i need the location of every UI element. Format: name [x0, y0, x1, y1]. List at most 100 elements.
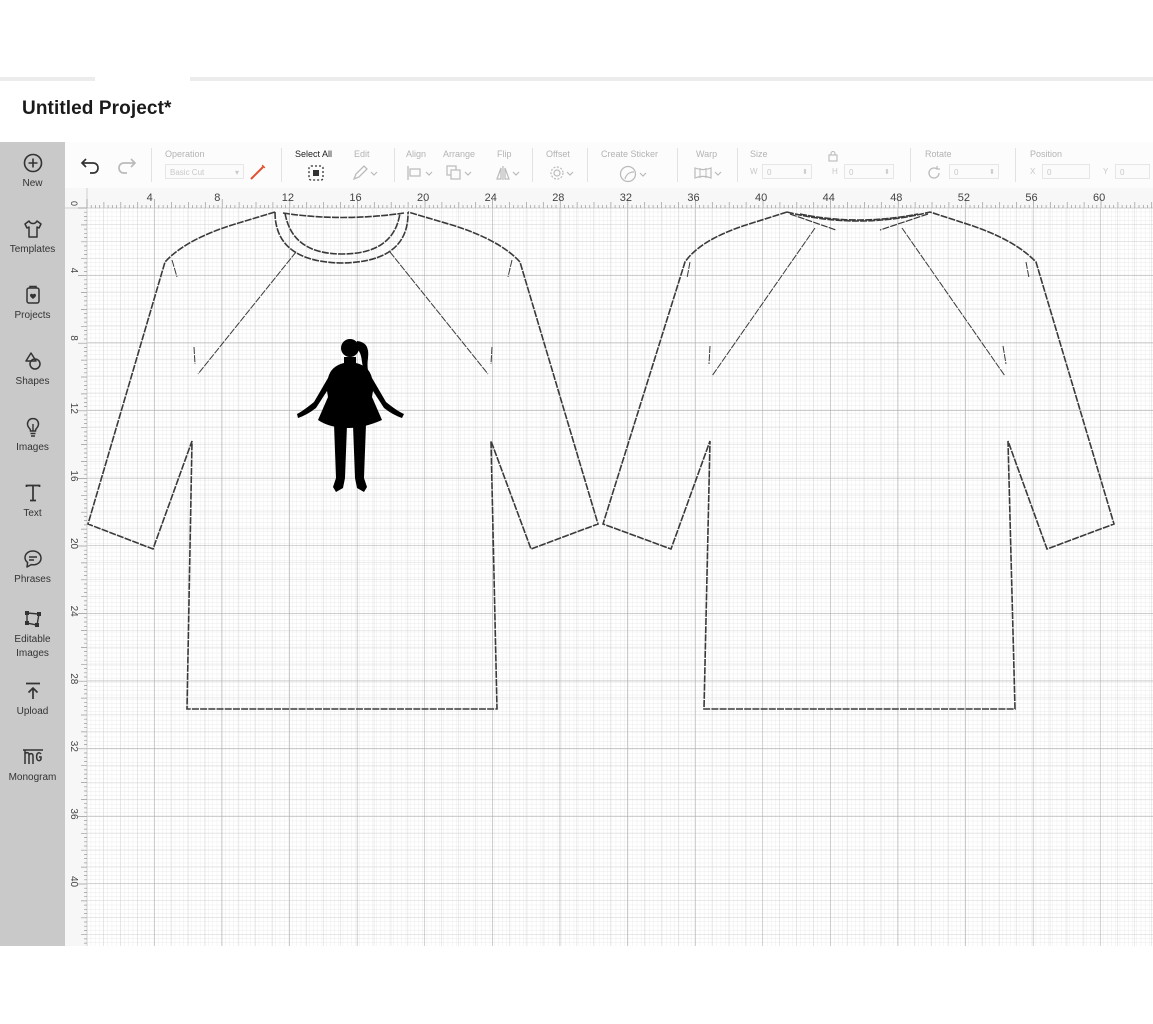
top-ruler-label: 28 — [552, 192, 564, 204]
stepper-icon: ⬍ — [989, 169, 995, 176]
size-w-value: 0 — [767, 168, 772, 177]
arrange-button[interactable]: Arrange — [443, 142, 483, 188]
shapes-icon — [24, 352, 41, 370]
position-x-input[interactable]: 0 — [1042, 164, 1090, 179]
size-h-value: 0 — [849, 168, 854, 177]
operation-value: Basic Cut — [170, 168, 205, 177]
left-ruler-label: 20 — [68, 538, 79, 550]
left-ruler-label: 24 — [68, 606, 79, 618]
sidebar-item-projects[interactable]: Projects — [0, 284, 65, 323]
top-divider-left — [0, 77, 95, 81]
sidebar-item-editable-images[interactable]: Editable Images — [0, 608, 65, 661]
speech-bubble-icon — [23, 550, 42, 568]
sidebar-item-templates[interactable]: Templates — [0, 218, 65, 257]
sidebar-item-text[interactable]: Text — [0, 482, 65, 521]
size-label: Size — [750, 149, 768, 159]
top-ruler[interactable] — [65, 188, 1153, 208]
toolbar-separator — [737, 148, 738, 182]
select-all-label: Select All — [295, 149, 333, 159]
offset-button[interactable]: Offset — [546, 142, 578, 188]
top-ruler-label: 52 — [958, 192, 970, 204]
undo-button[interactable] — [79, 154, 103, 178]
toolbar-separator — [677, 148, 678, 182]
top-divider-right — [190, 77, 1153, 81]
toolbar-separator — [532, 148, 533, 182]
warp-label: Warp — [696, 149, 718, 159]
sidebar-item-label: New — [22, 178, 43, 189]
project-title: Untitled Project* — [22, 98, 172, 119]
top-ruler-label: 56 — [1025, 192, 1037, 204]
left-ruler-label: 16 — [68, 470, 79, 482]
operation-select[interactable]: Basic Cut ▾ — [165, 164, 244, 179]
top-ruler-label: 20 — [417, 192, 429, 204]
flip-label: Flip — [497, 149, 512, 159]
toolbar-separator — [1015, 148, 1016, 182]
redo-icon — [118, 158, 137, 174]
lightbulb-icon — [26, 417, 39, 437]
select-all-button[interactable]: Select All — [295, 142, 340, 188]
sidebar-item-new[interactable]: New — [0, 152, 65, 191]
position-x-label: X — [1030, 167, 1036, 176]
sidebar-item-upload[interactable]: Upload — [0, 680, 65, 719]
bottom-whitespace — [0, 946, 1153, 1024]
position-y-input[interactable]: 0 — [1115, 164, 1150, 179]
size-w-input[interactable]: 0 ⬍ — [762, 164, 812, 179]
top-ruler-label: 32 — [620, 192, 632, 204]
operation-control[interactable]: Operation Basic Cut ▾ — [165, 142, 275, 188]
lock-icon[interactable] — [828, 150, 838, 162]
rotate-icon — [928, 166, 940, 179]
position-y-label: Y — [1103, 167, 1109, 176]
align-label: Align — [406, 149, 427, 159]
left-ruler-label: 32 — [68, 741, 79, 753]
chevron-down-icon: ▾ — [234, 168, 239, 177]
edit-button[interactable]: Edit — [351, 142, 391, 188]
left-sidebar: New Templates Projects Shapes Images Tex… — [0, 142, 65, 946]
warp-button[interactable]: Warp — [693, 142, 733, 188]
position-y-value: 0 — [1120, 168, 1125, 177]
sidebar-item-label: Images — [16, 442, 49, 453]
left-ruler[interactable] — [65, 188, 87, 946]
toolbar-separator — [394, 148, 395, 182]
sidebar-item-images[interactable]: Images — [0, 416, 65, 455]
left-ruler-label: 40 — [68, 876, 79, 888]
tshirt-icon — [23, 220, 42, 238]
position-label: Position — [1030, 149, 1063, 159]
sidebar-item-label: Projects — [14, 310, 51, 321]
upload-icon — [25, 682, 40, 699]
arrange-icon — [446, 165, 472, 180]
sidebar-item-phrases[interactable]: Phrases — [0, 548, 65, 587]
left-ruler-label: 4 — [68, 268, 79, 274]
operation-label: Operation — [165, 149, 205, 159]
size-h-input[interactable]: 0 ⬍ — [844, 164, 894, 179]
offset-icon — [550, 166, 574, 180]
projects-icon — [25, 285, 40, 304]
arrange-label: Arrange — [443, 149, 476, 159]
select-all-icon — [308, 165, 324, 181]
design-canvas[interactable]: 0 4 8 12 16 20 24 28 32 36 40 44 48 52 56 60 4 8 12 16 20 24… — [65, 188, 1153, 946]
size-control: Size W 0 ⬍ H 0 ⬍ — [750, 142, 900, 188]
create-sticker-button[interactable]: Create Sticker — [601, 142, 671, 188]
rotate-input[interactable]: 0 ⬍ — [949, 164, 999, 179]
text-icon — [25, 484, 40, 502]
monogram-icon — [22, 749, 43, 764]
left-ruler-label: 28 — [68, 673, 79, 685]
sidebar-item-label: Templates — [9, 244, 56, 255]
rotate-value: 0 — [954, 168, 959, 177]
flip-button[interactable]: Flip — [495, 142, 525, 188]
canvas-grid[interactable]: 0 4 8 12 16 20 24 28 32 36 40 44 48 52 56 60 4812162024… — [65, 188, 1153, 946]
toolbar-separator — [281, 148, 282, 182]
top-ruler-label: 8 — [214, 192, 220, 204]
align-button[interactable]: Align — [406, 142, 436, 188]
sidebar-item-label: Monogram — [8, 772, 57, 783]
sidebar-item-monogram[interactable]: Monogram — [0, 746, 65, 785]
sidebar-item-label: Upload — [16, 706, 49, 717]
sidebar-item-shapes[interactable]: Shapes — [0, 350, 65, 389]
warp-icon — [694, 167, 722, 179]
top-ruler-label: 0 — [69, 201, 79, 206]
size-h-label: H — [832, 167, 838, 176]
top-ruler-label: 16 — [349, 192, 361, 204]
redo-button[interactable] — [114, 154, 138, 178]
top-ruler-label: 40 — [755, 192, 767, 204]
create-sticker-label: Create Sticker — [601, 149, 659, 159]
align-icon — [407, 166, 433, 180]
